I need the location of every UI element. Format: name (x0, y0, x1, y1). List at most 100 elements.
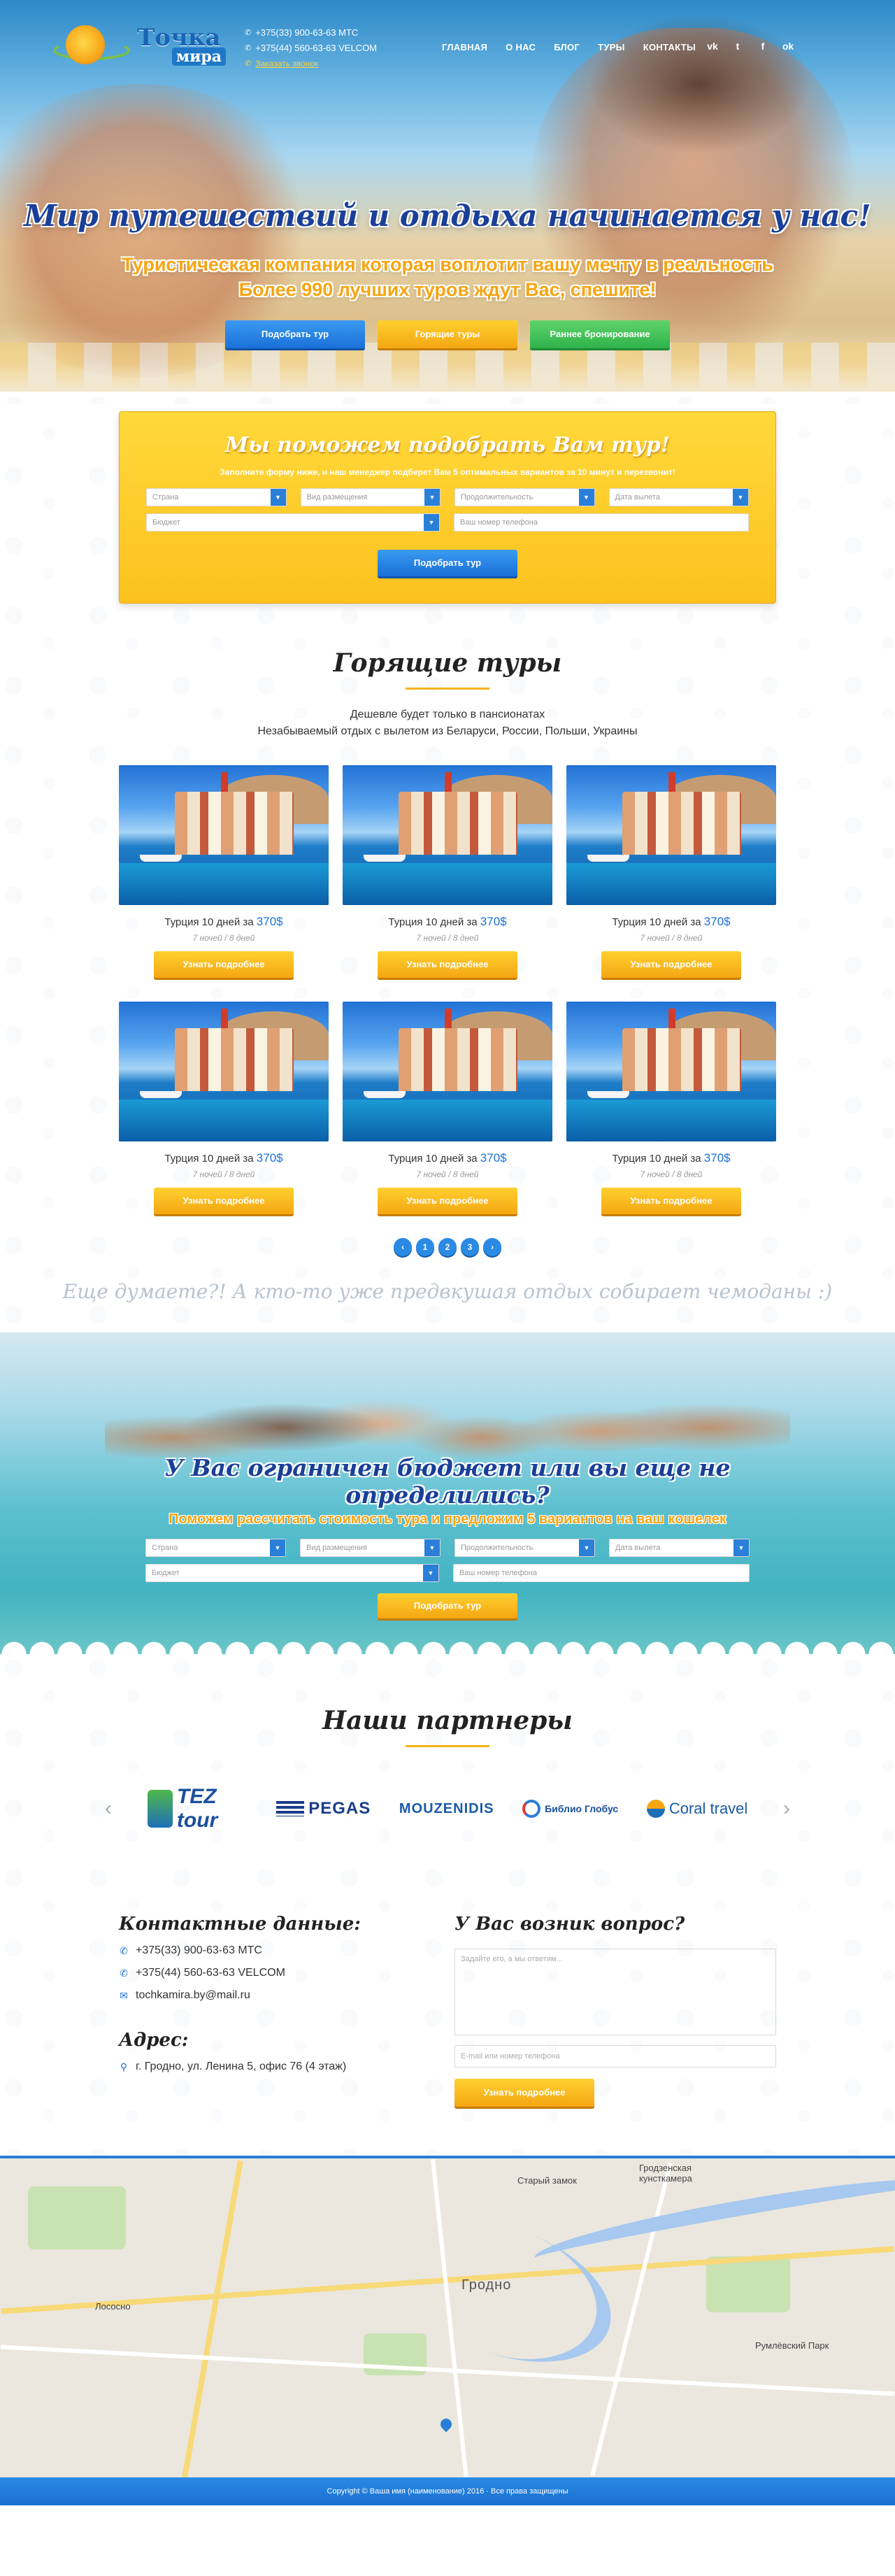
contact-input[interactable]: E-mail или номер телефона (454, 2045, 776, 2068)
question-submit-button[interactable]: Узнать подробнее (454, 2079, 594, 2107)
tour-details-button[interactable]: Узнать подробнее (378, 951, 517, 978)
partner-logo-tez[interactable]: TEZ tour (147, 1785, 248, 1832)
nav-tours[interactable]: ТУРЫ (598, 42, 625, 52)
header-phone-mts[interactable]: ✆ +375(33) 900-63-63 МТС (245, 25, 377, 41)
tour-nights: 7 ночей / 8 дней (640, 1169, 703, 1179)
duration-select[interactable]: Продолжительность ▼ (454, 488, 595, 506)
partner-logo-text: Библио Глобус (545, 1803, 619, 1814)
partners-title: Наши партнеры (322, 1706, 573, 1735)
address-title: Адрес: (119, 2030, 189, 2051)
chevron-down-icon: ▼ (270, 489, 286, 506)
departure-date-select[interactable]: Дата вылета ▼ (609, 1539, 750, 1557)
accommodation-select[interactable]: Вид размещения ▼ (300, 488, 441, 506)
tour-card: Турция 10 дней за 370$ 7 ночей / 8 дней … (343, 1002, 552, 1214)
odnoklassniki-icon[interactable]: ok (782, 41, 794, 52)
callback-link[interactable]: Заказать звонок (255, 56, 318, 71)
motivational-quote: Еще думаете?! А кто-то уже предвкушая от… (62, 1280, 833, 1303)
image-town (399, 792, 517, 855)
pagination-page-3[interactable]: 3 (461, 1238, 479, 1256)
tour-details-button[interactable]: Узнать подробнее (601, 1188, 741, 1214)
tour-nights: 7 ночей / 8 дней (416, 1169, 479, 1179)
tour-card: Турция 10 дней за 370$ 7 ночей / 8 дней … (119, 765, 329, 978)
image-boat (364, 855, 406, 862)
pagination-page-1[interactable]: 1 (416, 1238, 434, 1256)
country-select[interactable]: Страна ▼ (146, 488, 287, 506)
title-underline (406, 688, 489, 690)
map-pin-icon[interactable] (438, 2416, 454, 2433)
departure-date-select[interactable]: Дата вылета ▼ (608, 488, 749, 506)
budget-select-value: Бюджет (152, 1569, 180, 1577)
form-description: Заполните форму ниже, и наш менеджер под… (220, 467, 675, 477)
pagination-prev-icon[interactable]: ‹ (394, 1238, 412, 1256)
pagination: ‹ 1 2 3 › (0, 1238, 895, 1256)
nav-about[interactable]: О НАС (506, 42, 536, 52)
form-submit-button[interactable]: Подобрать тур (378, 550, 517, 576)
hero-subtitle: Туристическая компания которая воплотит … (0, 252, 895, 302)
partner-logo-biblio-globus[interactable]: Библио Глобус (522, 1788, 618, 1830)
nav-contacts[interactable]: КОНТАКТЫ (643, 42, 696, 52)
contact-phone-mts[interactable]: ✆ +375(33) 900-63-63 МТС (119, 1944, 427, 1957)
partner-logo-pegas[interactable]: PEGAS (276, 1788, 371, 1830)
pick-tour-button[interactable]: Подобрать тур (225, 320, 365, 348)
country-select[interactable]: Страна ▼ (145, 1539, 286, 1557)
vk-icon[interactable]: vk (706, 41, 719, 52)
tour-image[interactable] (119, 765, 329, 905)
nav-home[interactable]: ГЛАВНАЯ (442, 42, 487, 52)
map-label-castle: Старый замок (517, 2175, 577, 2186)
budget-submit-button[interactable]: Подобрать тур (378, 1593, 517, 1618)
partner-logo-coral[interactable]: Coral travel (646, 1788, 747, 1830)
budget-form-row-selects: Страна ▼ Вид размещения ▼ Продолжительност… (119, 1539, 776, 1557)
hot-tours-button[interactable]: Горящие туры (378, 320, 517, 348)
question-textarea[interactable]: Задайте его, а мы ответим... (454, 1949, 776, 2035)
tour-image[interactable] (566, 765, 776, 905)
budget-select[interactable]: Бюджет ▼ (146, 513, 440, 532)
logo[interactable]: Точка мира (53, 20, 227, 69)
title-underline (406, 1745, 489, 1747)
nav-blog[interactable]: БЛОГ (554, 42, 580, 52)
partner-logo-mouzenidis[interactable]: MOUZENIDIS (399, 1788, 494, 1830)
tour-image[interactable] (343, 765, 552, 905)
tour-details-button[interactable]: Узнать подробнее (154, 951, 294, 978)
tour-details-button[interactable]: Узнать подробнее (378, 1188, 517, 1214)
tour-image[interactable] (119, 1002, 329, 1141)
tour-card: Турция 10 дней за 370$ 7 ночей / 8 дней … (566, 765, 776, 978)
budget-select[interactable]: Бюджет ▼ (145, 1564, 439, 1582)
early-booking-button[interactable]: Раннее бронирование (530, 320, 670, 348)
twitter-icon[interactable]: t (731, 41, 744, 52)
contacts-title: Контактные данные: (119, 1914, 361, 1935)
tour-details-button[interactable]: Узнать подробнее (601, 951, 741, 978)
duration-select[interactable]: Продолжительность ▼ (454, 1539, 595, 1557)
chevron-down-icon: ▼ (270, 1539, 285, 1556)
pagination-page-2[interactable]: 2 (438, 1238, 457, 1256)
tour-image[interactable] (343, 1002, 552, 1141)
tour-name: Турция 10 дней за 370$ (119, 1151, 329, 1165)
phone-input[interactable]: Ваш номер телефона (453, 1564, 750, 1582)
tour-details-button[interactable]: Узнать подробнее (154, 1188, 294, 1214)
hot-tours-desc-line1: Дешевле будет только в пансионатах (350, 709, 545, 720)
map[interactable]: Гродно Лососно Гродзенская кунсткамера С… (0, 2156, 895, 2477)
phone-input[interactable]: Ваш номер телефона (454, 513, 749, 532)
callback-link-wrap: ✆ Заказать звонок (245, 56, 377, 71)
tour-image[interactable] (566, 1002, 776, 1141)
tour-name-text: Турция 10 дней за (612, 1153, 704, 1165)
pagination-next-icon[interactable]: › (483, 1238, 501, 1256)
image-town (622, 792, 741, 855)
carousel-next-icon[interactable]: › (776, 1797, 797, 1821)
hot-tours-desc-line2: Незабываемый отдых с вылетом из Беларуси… (257, 725, 638, 737)
budget-select-value: Бюджет (152, 518, 180, 527)
contact-info: Контактные данные: ✆ +375(33) 900-63-63 М… (119, 1914, 427, 2107)
carousel-prev-icon[interactable]: ‹ (98, 1797, 119, 1821)
hot-tours-title: Горящие туры (333, 648, 562, 678)
contact-phone-velcom[interactable]: ✆ +375(44) 560-63-63 VELCOM (119, 1967, 427, 1979)
partners-contacts-area: Наши партнеры ‹ TEZ tour PEGAS MOUZENIDI… (0, 1654, 895, 2156)
address-text: г. Гродно, ул. Ленина 5, офис 76 (4 этаж… (136, 2061, 347, 2072)
facebook-icon[interactable]: f (757, 41, 769, 52)
contact-email[interactable]: ✉ tochkamira.by@mail.ru (119, 1989, 427, 2002)
wave-divider (0, 1633, 895, 1654)
coral-mark-icon (646, 1800, 665, 1818)
accommodation-select-value: Вид размещения (306, 1544, 368, 1552)
chevron-down-icon: ▼ (733, 1539, 749, 1556)
budget-subtitle: Поможем рассчитать стоимость тура и пред… (169, 1511, 726, 1527)
header-phone-velcom[interactable]: ✆ +375(44) 560-63-63 VELCOM (245, 41, 377, 56)
accommodation-select[interactable]: Вид размещения ▼ (300, 1539, 441, 1557)
